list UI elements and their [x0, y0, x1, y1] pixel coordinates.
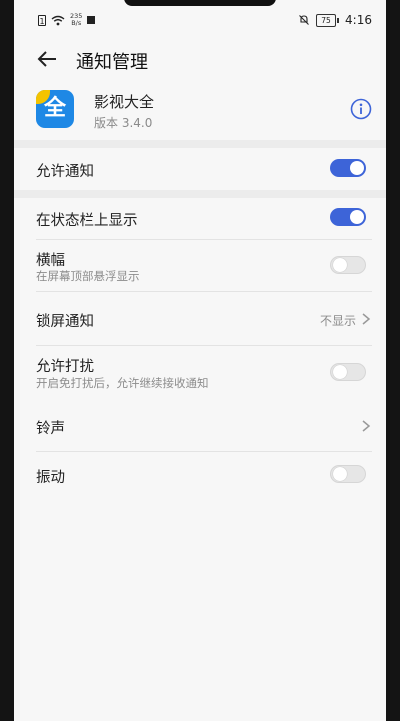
- back-arrow-icon[interactable]: [36, 48, 58, 70]
- mute-bell-icon: [299, 15, 309, 25]
- phone-screen: 1 235 B/s 75 4:16 通知管理 全 影视大全 版本 3.4.0 允…: [14, 0, 386, 721]
- battery-level: 75: [321, 15, 331, 25]
- banner-desc: 在屏幕顶部悬浮显示: [36, 269, 140, 283]
- camera-notch: [124, 0, 276, 6]
- notification-square-icon: [87, 16, 96, 24]
- allow-dnd-desc: 开启免打扰后，允许继续接收通知: [36, 376, 209, 390]
- toggle-knob: [333, 467, 347, 481]
- allow-notifications-label: 允许通知: [36, 164, 94, 180]
- status-bar: 1 235 B/s 75 4:16: [14, 10, 386, 32]
- allow-notifications-row[interactable]: 允许通知: [14, 148, 386, 190]
- wifi-icon: [51, 15, 65, 25]
- allow-dnd-row[interactable]: 允许打扰 开启免打扰后，允许继续接收通知: [14, 346, 386, 400]
- toggle-knob: [350, 210, 364, 224]
- app-logo-glyph: 全: [43, 96, 66, 121]
- toggle-knob: [333, 258, 347, 272]
- vibration-label: 振动: [36, 470, 65, 486]
- toggle-knob: [350, 161, 364, 175]
- allow-notifications-toggle[interactable]: [330, 159, 366, 177]
- page-header: 通知管理: [14, 44, 386, 74]
- section-divider: [14, 190, 386, 198]
- vibration-row[interactable]: 振动: [14, 452, 386, 496]
- banner-label: 横幅: [36, 253, 65, 269]
- network-speed-unit: B/s: [71, 19, 82, 27]
- allow-dnd-label: 允许打扰: [36, 359, 94, 375]
- chevron-right-icon: [362, 313, 371, 325]
- app-info-card: 全 影视大全 版本 3.4.0: [14, 82, 386, 140]
- banner-row[interactable]: 横幅 在屏幕顶部悬浮显示: [14, 240, 386, 292]
- section-divider: [14, 140, 386, 148]
- ringtone-row[interactable]: 铃声: [14, 400, 386, 452]
- toggle-knob: [333, 365, 347, 379]
- page-title: 通知管理: [76, 52, 148, 73]
- battery-tip: [337, 17, 340, 23]
- chevron-right-icon: [362, 420, 371, 432]
- sim-icon: 1: [38, 14, 46, 26]
- app-name: 影视大全: [94, 93, 155, 111]
- lock-screen-row[interactable]: 锁屏通知 不显示: [14, 292, 386, 346]
- app-logo-icon: 全: [36, 90, 74, 128]
- status-bar-display-toggle[interactable]: [330, 208, 366, 226]
- info-icon[interactable]: [350, 98, 372, 120]
- battery-icon: 75: [316, 13, 337, 27]
- ringtone-label: 铃声: [36, 421, 65, 437]
- app-version: 版本 3.4.0: [94, 116, 153, 130]
- status-bar-display-label: 在状态栏上显示: [36, 213, 138, 229]
- vibration-toggle[interactable]: [330, 465, 366, 483]
- network-speed: 235 B/s: [70, 13, 82, 27]
- banner-toggle[interactable]: [330, 256, 366, 274]
- lock-screen-value: 不显示: [319, 314, 356, 328]
- status-bar-display-row[interactable]: 在状态栏上显示: [14, 198, 386, 240]
- clock: 4:16: [345, 13, 372, 27]
- lock-screen-label: 锁屏通知: [36, 314, 94, 330]
- allow-dnd-toggle[interactable]: [330, 363, 366, 381]
